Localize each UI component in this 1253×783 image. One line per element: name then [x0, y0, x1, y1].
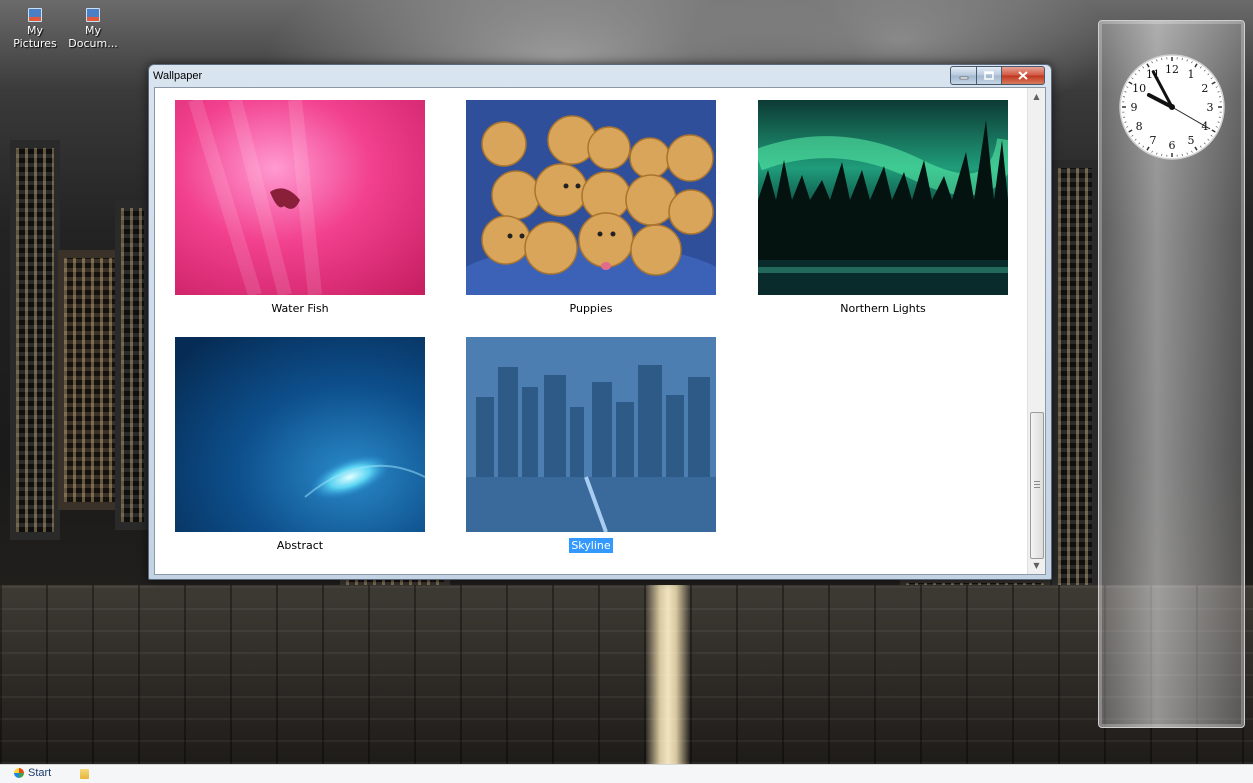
- scroll-down-button[interactable]: ▼: [1028, 557, 1045, 574]
- clock-pivot: [1169, 104, 1175, 110]
- clock-numeral: 6: [1169, 139, 1176, 152]
- vertical-scrollbar[interactable]: ▲ ▼: [1027, 88, 1045, 574]
- wallpaper-caption: Puppies: [466, 302, 716, 315]
- my-pictures-icon: [28, 8, 42, 22]
- wallpaper-label: Water Fish: [269, 301, 330, 316]
- clock-numeral: 9: [1131, 101, 1138, 114]
- desktop-icon-label: My Docum...: [68, 24, 117, 50]
- minimize-button[interactable]: [950, 66, 977, 85]
- windows-logo-icon: [14, 768, 24, 778]
- clock-numeral: 1: [1188, 68, 1195, 81]
- wallpaper-caption: Abstract: [175, 539, 425, 552]
- title-bar[interactable]: Wallpaper: [149, 65, 1051, 87]
- close-button[interactable]: [1002, 66, 1045, 85]
- desktop-icon-my-documents[interactable]: My Docum...: [64, 8, 122, 50]
- taskbar: Start: [0, 764, 1253, 783]
- puppies-thumbnail: [466, 100, 716, 295]
- clock-numeral: 7: [1150, 134, 1157, 147]
- wallpaper-tile-northern-lights[interactable]: Northern Lights: [758, 100, 1008, 315]
- city-rooftops: [0, 585, 1253, 764]
- northern-lights-thumbnail: [758, 100, 1008, 295]
- wallpaper-tile-puppies[interactable]: Puppies: [466, 100, 716, 315]
- maximize-icon: [984, 71, 994, 80]
- wallpaper-caption: Water Fish: [175, 302, 425, 315]
- clock-numeral: 3: [1207, 101, 1214, 114]
- caption-buttons: [950, 66, 1045, 83]
- building-right: [1052, 160, 1098, 600]
- clock-numeral: 12: [1165, 63, 1179, 76]
- minimize-icon: [959, 72, 969, 80]
- clock-numeral: 10: [1132, 82, 1146, 95]
- wallpaper-label: Puppies: [568, 301, 615, 316]
- wallpaper-label: Northern Lights: [838, 301, 928, 316]
- my-documents-icon: [86, 8, 100, 22]
- wallpaper-gallery[interactable]: Water Fish: [154, 87, 1046, 575]
- grip-icon: [1034, 481, 1040, 488]
- desktop-icon-my-pictures[interactable]: My Pictures: [6, 8, 64, 50]
- start-label: Start: [28, 767, 51, 779]
- wallpaper-caption-selected: Skyline: [466, 539, 716, 552]
- maximize-button[interactable]: [977, 66, 1002, 85]
- wallpaper-tile-water-fish[interactable]: Water Fish: [175, 100, 425, 315]
- clock-numeral: 2: [1201, 82, 1208, 95]
- close-icon: [1018, 71, 1028, 80]
- wallpaper-caption: Northern Lights: [758, 302, 1008, 315]
- building-left: [10, 140, 60, 540]
- wallpaper-tile-skyline[interactable]: Skyline: [466, 337, 716, 552]
- wallpaper-window[interactable]: Wallpaper: [148, 64, 1052, 580]
- abstract-thumbnail: [175, 337, 425, 532]
- skyline-thumbnail: [466, 337, 716, 532]
- scrollbar-thumb[interactable]: [1030, 412, 1044, 559]
- wallpaper-label: Abstract: [275, 538, 325, 553]
- building-left-3: [115, 200, 150, 530]
- scroll-up-button[interactable]: ▲: [1028, 88, 1045, 105]
- analog-clock[interactable]: 121234567891011: [1116, 51, 1228, 163]
- clock-gadget-sidebar[interactable]: 121234567891011: [1098, 20, 1245, 728]
- water-fish-thumbnail: [175, 100, 425, 295]
- desktop-icon-label: My Pictures: [13, 24, 57, 50]
- start-button[interactable]: Start: [14, 767, 51, 779]
- wallpaper-label: Skyline: [569, 538, 612, 553]
- clock-numeral: 8: [1136, 120, 1143, 133]
- folder-icon[interactable]: [80, 769, 89, 779]
- window-title: Wallpaper: [153, 70, 202, 82]
- wallpaper-tile-abstract[interactable]: Abstract: [175, 337, 425, 552]
- clock-numeral: 5: [1188, 134, 1195, 147]
